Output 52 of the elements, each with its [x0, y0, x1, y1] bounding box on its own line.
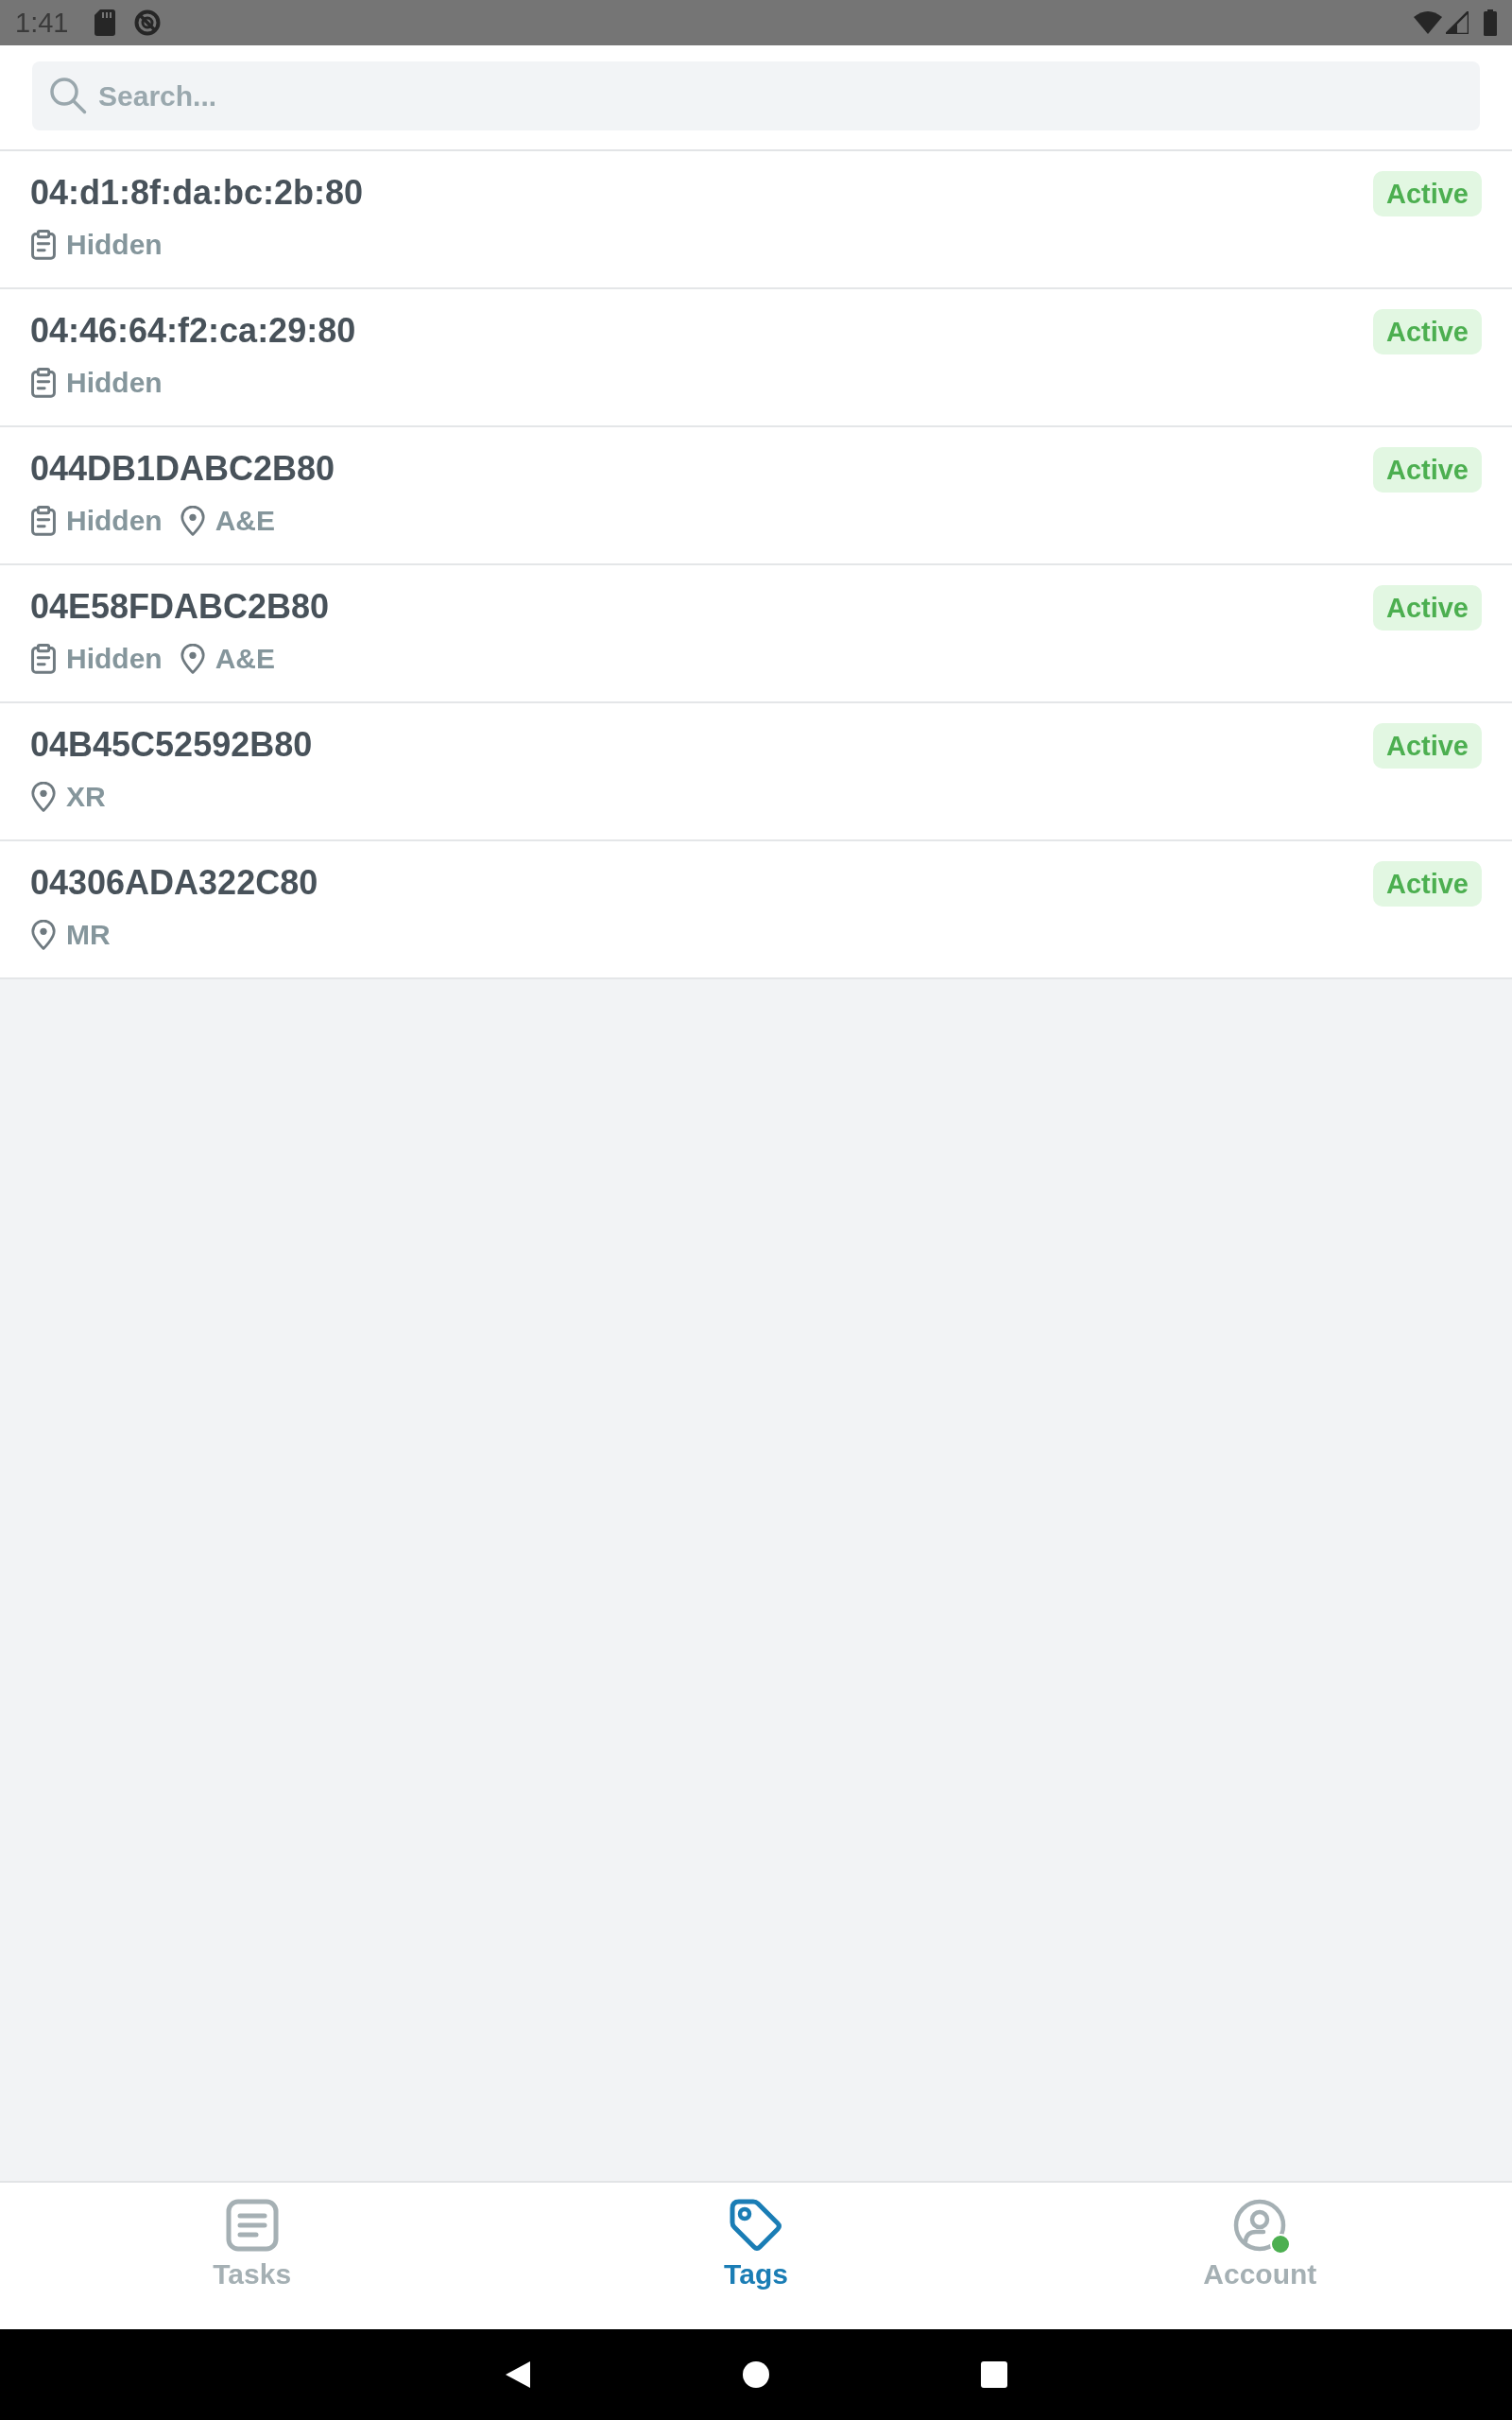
recents-square-icon [980, 2360, 1008, 2389]
tag-id: 04B45C52592B80 [30, 724, 313, 766]
recents-button[interactable] [980, 2360, 1008, 2389]
location-pin-icon [179, 506, 206, 536]
location-pin-icon [30, 920, 57, 950]
search-field[interactable]: Search... [32, 61, 1480, 130]
home-button[interactable] [742, 2360, 770, 2389]
visibility-label: Hidden [66, 366, 163, 400]
tag-id: 04E58FDABC2B80 [30, 586, 330, 628]
sd-card-icon [94, 9, 116, 36]
clipboard-icon [30, 230, 57, 260]
visibility-label: Hidden [66, 642, 163, 676]
tag-list-item[interactable]: 04306ADA322C80 MR Active [0, 841, 1512, 979]
tag-icon [730, 2199, 782, 2252]
clipboard-icon [30, 506, 57, 536]
tag-list-item[interactable]: 044DB1DABC2B80 Hidden A&E Active [0, 427, 1512, 565]
tag-list-item[interactable]: 04:d1:8f:da:bc:2b:80 Hidden Active [0, 151, 1512, 289]
wifi-icon [1414, 11, 1442, 34]
status-time: 1:41 [15, 9, 69, 37]
tag-list-item[interactable]: 04E58FDABC2B80 Hidden A&E Active [0, 565, 1512, 703]
status-badge: Active [1372, 585, 1482, 631]
status-badge: Active [1372, 447, 1482, 493]
location-label: MR [66, 918, 111, 952]
location-label: A&E [215, 504, 275, 538]
clipboard-icon [30, 368, 57, 398]
document-list-icon [225, 2199, 279, 2252]
tag-id: 04:46:64:f2:ca:29:80 [30, 310, 356, 352]
location-label: A&E [215, 642, 275, 676]
status-badge: Active [1372, 309, 1482, 354]
location-pin-icon [179, 644, 206, 674]
status-badge: Active [1372, 861, 1482, 907]
nav-tab[interactable]: Tags [504, 2183, 1008, 2329]
visibility-label: Hidden [66, 504, 163, 538]
status-badge: Active [1372, 723, 1482, 769]
home-circle-icon [742, 2360, 770, 2389]
clipboard-icon [30, 644, 57, 674]
circle-slash-icon [134, 9, 162, 36]
location-pin-icon [30, 782, 57, 812]
back-button[interactable] [504, 2360, 532, 2389]
tag-id: 04306ADA322C80 [30, 862, 318, 904]
location-label: XR [66, 780, 106, 814]
tag-id: 04:d1:8f:da:bc:2b:80 [30, 172, 364, 214]
user-circle-icon [1233, 2199, 1287, 2252]
tag-id: 044DB1DABC2B80 [30, 448, 335, 490]
battery-icon [1484, 9, 1497, 36]
signal-icon [1446, 11, 1469, 34]
back-triangle-icon [504, 2360, 532, 2389]
tag-list-item[interactable]: 04:46:64:f2:ca:29:80 Hidden Active [0, 289, 1512, 427]
tag-list-item[interactable]: 04B45C52592B80 XR Active [0, 703, 1512, 841]
search-icon [49, 77, 87, 114]
visibility-label: Hidden [66, 228, 163, 262]
status-badge: Active [1372, 171, 1482, 216]
